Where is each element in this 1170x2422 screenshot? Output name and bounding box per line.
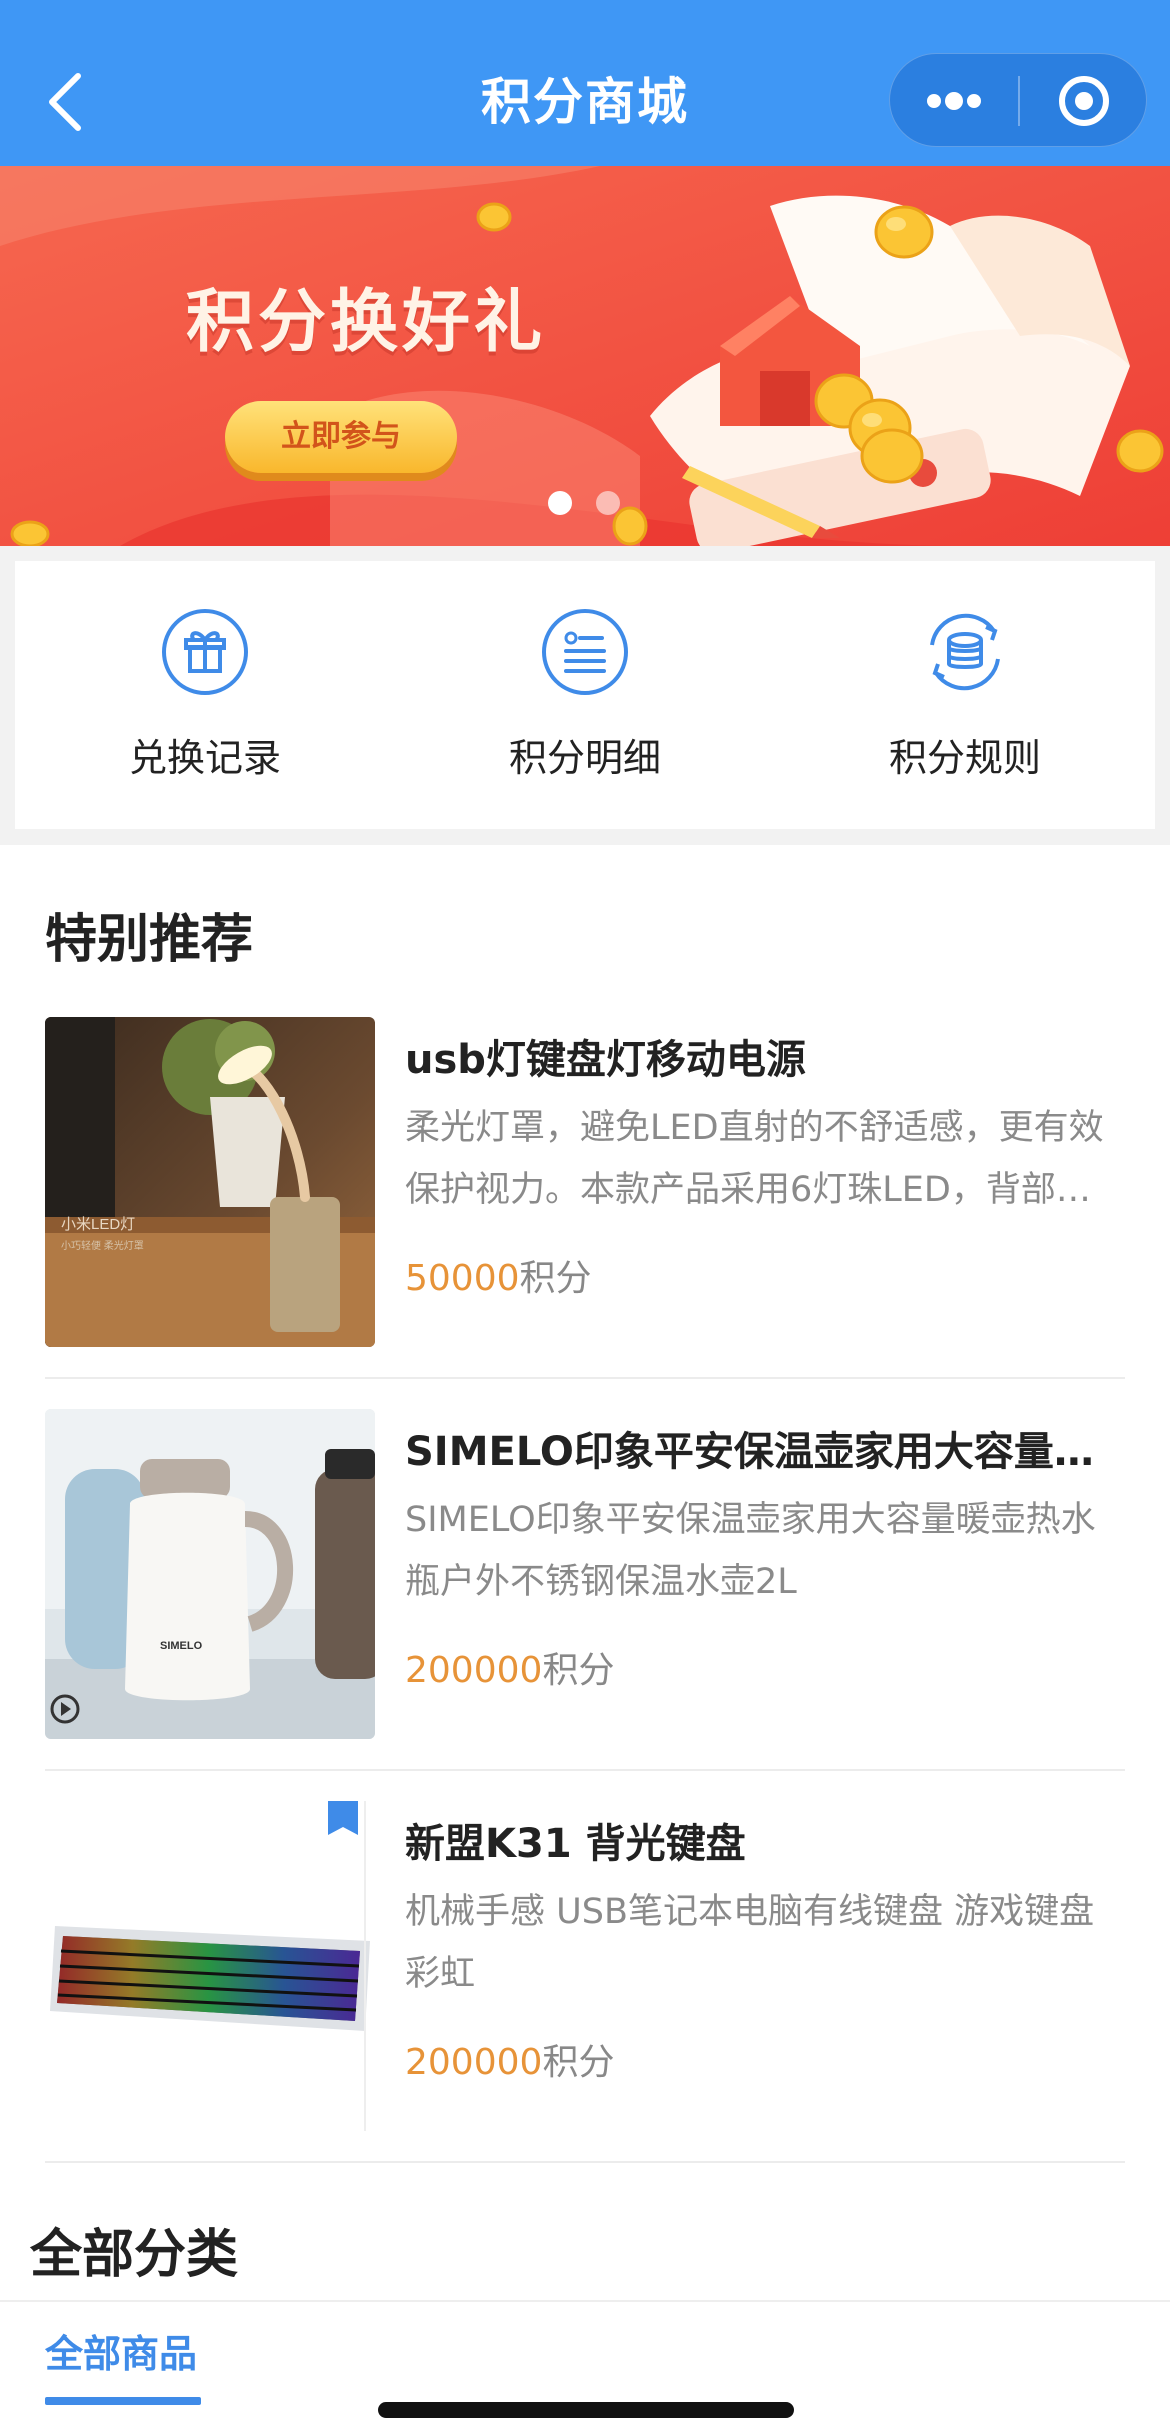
quick-menu-label: 积分规则 xyxy=(888,736,1041,780)
close-mini-program-button[interactable] xyxy=(1020,54,1148,148)
thermos-image: SIMELO xyxy=(45,1409,375,1739)
lamp-power-bank-image: 小米LED灯 小巧轻便 柔光灯罩 xyxy=(45,1017,375,1347)
banner-pagination xyxy=(548,491,628,517)
points-rules-entry[interactable]: 积分规则 xyxy=(775,561,1155,829)
product-image[interactable]: SIMELO xyxy=(45,1409,375,1739)
price-value: 50000 xyxy=(405,1258,520,1299)
category-title: 全部分类 xyxy=(30,2225,239,2285)
section-title: 特别推荐 xyxy=(45,910,254,970)
divider xyxy=(45,1769,1125,1771)
list-icon xyxy=(542,609,628,695)
price-unit: 积分 xyxy=(519,1258,592,1299)
promo-banner[interactable]: 积分换好礼 立即参与 xyxy=(0,166,1170,546)
tab-all-products[interactable]: 全部商品 xyxy=(45,2323,197,2378)
nav-bar: 积分商城 xyxy=(0,0,1170,166)
product-price: 200000积分 xyxy=(405,2033,614,2085)
price-unit: 积分 xyxy=(542,2042,615,2083)
product-image[interactable] xyxy=(45,1801,375,2131)
join-now-button[interactable]: 立即参与 xyxy=(225,401,457,473)
product-price: 200000积分 xyxy=(405,1641,614,1693)
quick-menu-label: 积分明细 xyxy=(508,736,661,780)
divider xyxy=(45,1377,1125,1379)
recommend-section: 特别推荐 小米LED灯 小巧轻便 柔光灯罩 usb灯键盘灯移动电源 柔光灯罩，避… xyxy=(0,845,1170,2422)
image-caption: 小米LED灯 xyxy=(61,1216,135,1233)
product-name: 新盟K31 背光键盘 xyxy=(405,1821,746,1867)
product-card[interactable]: SIMELO SIMELO印象平安保温壶家用大容量… SIMELO印象平安保温壶… xyxy=(45,1409,1125,1801)
more-dots-icon xyxy=(927,92,981,110)
banner-dot-active[interactable] xyxy=(548,491,572,515)
product-image[interactable]: 小米LED灯 小巧轻便 柔光灯罩 xyxy=(45,1017,375,1347)
quick-menu: 兑换记录 积分明细 积分规则 xyxy=(15,561,1155,829)
gift-icon xyxy=(162,609,248,695)
price-value: 200000 xyxy=(405,1650,543,1691)
image-caption: SIMELO xyxy=(160,1640,203,1652)
more-button[interactable] xyxy=(890,54,1018,148)
tab-active-indicator xyxy=(45,2397,201,2405)
price-unit: 积分 xyxy=(542,1650,615,1691)
home-indicator[interactable] xyxy=(378,2402,794,2418)
target-icon xyxy=(1059,76,1109,126)
divider xyxy=(45,2161,1125,2163)
points-detail-entry[interactable]: 积分明细 xyxy=(395,561,775,829)
product-card[interactable]: 小米LED灯 小巧轻便 柔光灯罩 usb灯键盘灯移动电源 柔光灯罩，避免LED直… xyxy=(45,1017,1125,1409)
image-caption: 小巧轻便 柔光灯罩 xyxy=(61,1239,144,1252)
backlit-keyboard-image xyxy=(45,1801,375,2131)
product-desc: 柔光灯罩，避免LED直射的不舒适感，更有效保护视力。本款产品采用6灯珠LED，背… xyxy=(405,1108,1104,1210)
banner-illustration xyxy=(0,166,1170,546)
banner-title: 积分换好礼 xyxy=(186,283,547,362)
product-price: 50000积分 xyxy=(405,1249,592,1301)
banner-dot[interactable] xyxy=(596,491,620,515)
exchange-records-entry[interactable]: 兑换记录 xyxy=(15,561,395,829)
mini-program-capsule xyxy=(889,53,1147,147)
product-desc: SIMELO印象平安保温壶家用大容量暖壶热水瓶户外不锈钢保温水壶2L xyxy=(405,1500,1096,1602)
quick-menu-label: 兑换记录 xyxy=(128,736,281,780)
divider xyxy=(0,2300,1170,2302)
product-name: SIMELO印象平安保温壶家用大容量… xyxy=(405,1429,1094,1475)
coin-stack-icon xyxy=(930,613,1000,691)
product-name: usb灯键盘灯移动电源 xyxy=(405,1037,806,1083)
product-desc: 机械手感 USB笔记本电脑有线键盘 游戏键盘彩虹 xyxy=(405,1892,1095,1994)
product-card[interactable]: 新盟K31 背光键盘 机械手感 USB笔记本电脑有线键盘 游戏键盘彩虹 2000… xyxy=(45,1801,1125,2193)
price-value: 200000 xyxy=(405,2042,543,2083)
